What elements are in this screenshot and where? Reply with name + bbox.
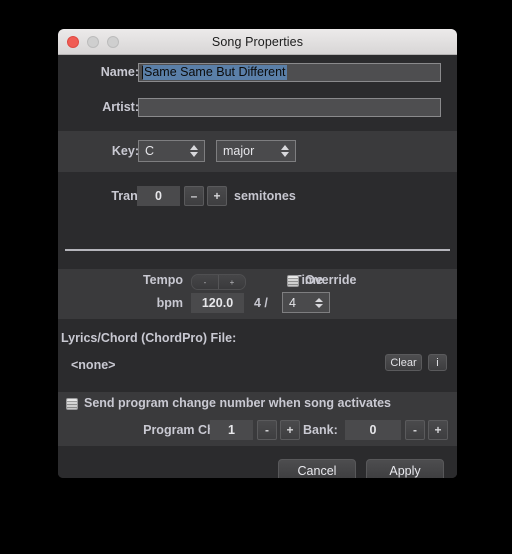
lyrics-info-button[interactable]: i bbox=[428, 354, 447, 371]
chevron-updown-icon bbox=[315, 297, 323, 308]
artist-row: Artist: bbox=[58, 90, 457, 125]
bpm-label: bpm bbox=[156, 296, 183, 310]
lyrics-section-label: Lyrics/Chord (ChordPro) File: bbox=[61, 331, 237, 345]
chevron-updown-icon bbox=[281, 145, 289, 157]
bpm-value[interactable]: 120.0 bbox=[191, 293, 244, 313]
dialog-footer: Cancel Apply bbox=[58, 446, 457, 478]
name-row: Name: Same Same But Different bbox=[58, 55, 457, 90]
time-denominator-select[interactable]: 4 bbox=[282, 292, 330, 313]
program-change-decrement-button[interactable]: - bbox=[257, 420, 277, 440]
transpose-decrement-button[interactable]: – bbox=[184, 186, 204, 206]
key-mode-select[interactable]: major bbox=[216, 140, 296, 162]
override-label: Override bbox=[305, 273, 357, 287]
title-bar[interactable]: Song Properties bbox=[58, 29, 457, 55]
tempo-label: Tempo bbox=[142, 273, 183, 287]
close-button[interactable] bbox=[67, 35, 79, 48]
transpose-increment-button[interactable]: + bbox=[207, 186, 227, 206]
window-controls bbox=[67, 35, 119, 48]
key-label: Key: bbox=[111, 144, 139, 158]
chevron-updown-icon bbox=[190, 145, 198, 157]
send-program-change-label: Send program change number when song act… bbox=[84, 396, 392, 410]
program-change-value[interactable]: 1 bbox=[210, 420, 253, 440]
name-input[interactable]: Same Same But Different bbox=[138, 63, 441, 82]
dialog-body: Name: Same Same But Different Artist: Ke… bbox=[58, 55, 457, 478]
lyrics-file-value[interactable]: <none> bbox=[71, 358, 115, 372]
time-numerator-label: 4 / bbox=[254, 296, 268, 310]
transpose-units-label: semitones bbox=[234, 189, 296, 203]
artist-label: Artist: bbox=[102, 100, 139, 114]
bank-decrement-button[interactable]: - bbox=[405, 420, 425, 440]
key-select[interactable]: C bbox=[138, 140, 205, 162]
program-change-section: Send program change number when song act… bbox=[58, 392, 457, 446]
key-select-value: C bbox=[145, 144, 155, 158]
program-change-increment-button[interactable]: + bbox=[280, 420, 300, 440]
bank-increment-button[interactable]: + bbox=[428, 420, 448, 440]
section-divider bbox=[65, 249, 450, 251]
tempo-row: Tempo - + bpm 120.0 Time 4 / 4 Override bbox=[58, 269, 457, 319]
transpose-value[interactable]: 0 bbox=[137, 186, 180, 206]
lyrics-clear-button[interactable]: Clear bbox=[385, 354, 422, 371]
bank-label: Bank: bbox=[303, 423, 338, 437]
key-row: Key: C major bbox=[58, 131, 457, 172]
apply-button[interactable]: Apply bbox=[366, 459, 444, 478]
cancel-button[interactable]: Cancel bbox=[278, 459, 356, 478]
name-input-value: Same Same But Different bbox=[143, 65, 287, 80]
key-mode-value: major bbox=[223, 144, 255, 158]
override-checkbox[interactable] bbox=[287, 275, 299, 287]
bank-value[interactable]: 0 bbox=[345, 420, 401, 440]
tempo-nudge-up-button[interactable]: + bbox=[218, 275, 245, 289]
screen: Song Properties Name: Same Same But Diff… bbox=[0, 0, 512, 554]
lyrics-section: Lyrics/Chord (ChordPro) File: <none> Cle… bbox=[58, 319, 457, 392]
tempo-nudge-control[interactable]: - + bbox=[191, 274, 246, 290]
minimize-button[interactable] bbox=[87, 35, 99, 48]
artist-input[interactable] bbox=[138, 98, 441, 117]
time-denominator-value: 4 bbox=[289, 295, 296, 310]
transpose-row: Transpose: 0 – + semitones bbox=[58, 172, 457, 222]
maximize-button[interactable] bbox=[107, 35, 119, 48]
song-properties-window: Song Properties Name: Same Same But Diff… bbox=[58, 29, 457, 478]
send-program-change-checkbox[interactable] bbox=[66, 398, 78, 410]
tempo-nudge-down-button[interactable]: - bbox=[192, 275, 218, 289]
name-label: Name: bbox=[100, 65, 139, 79]
